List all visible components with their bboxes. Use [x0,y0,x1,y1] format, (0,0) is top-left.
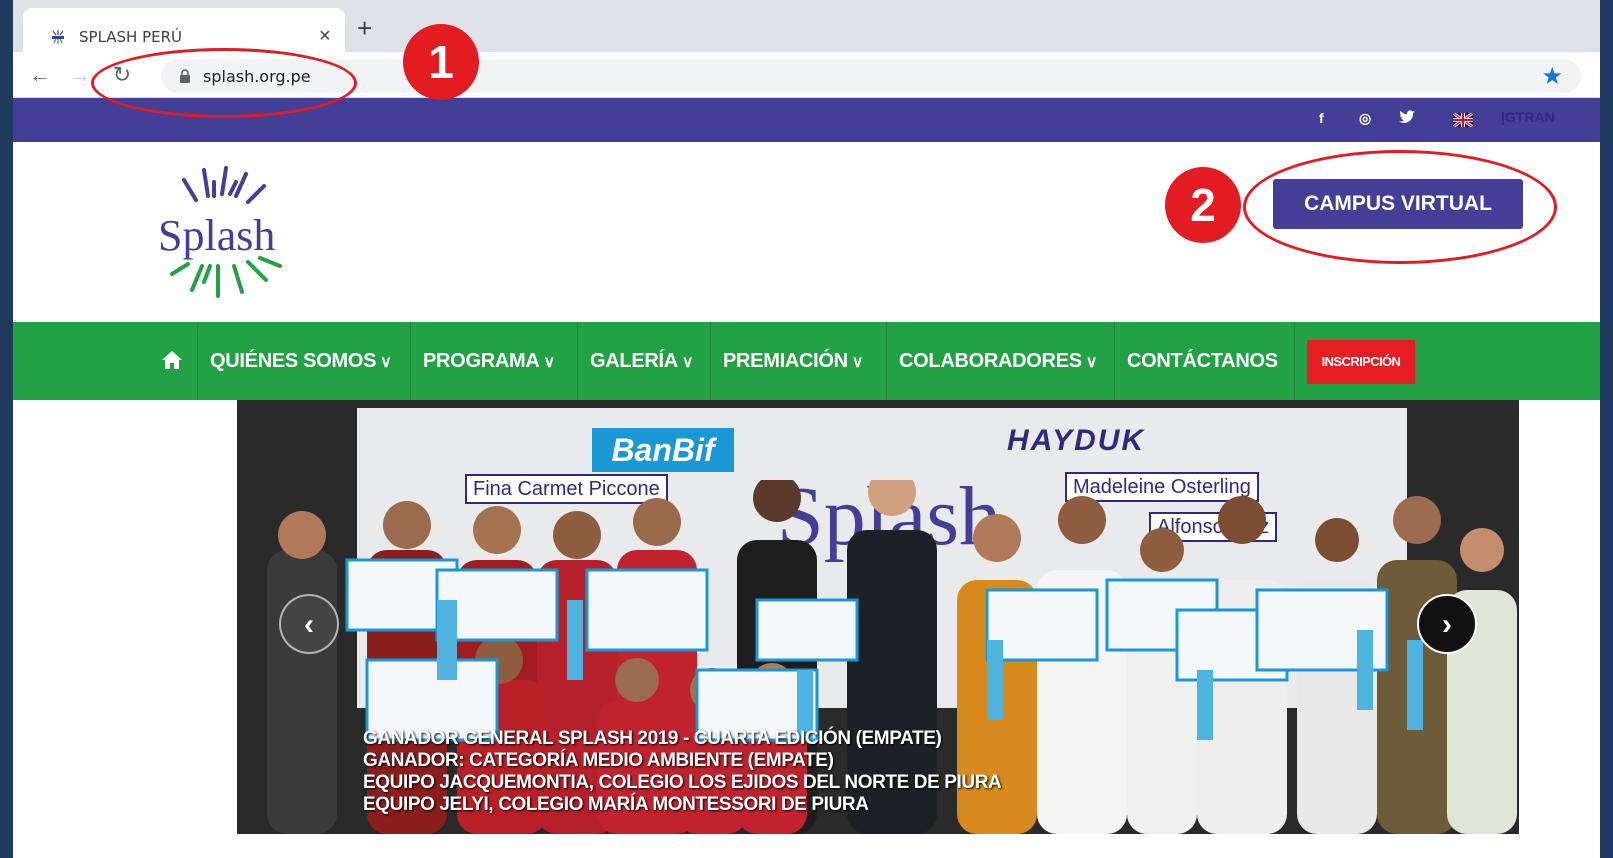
chevron-down-icon: ∨ [543,354,556,371]
nav-item-label: CONTÁCTANOS [1127,350,1278,372]
close-tab-icon[interactable]: × [319,24,331,48]
nav-item-label: PROGRAMA [423,350,540,372]
nav-divider [1114,322,1115,400]
main-nav: QUIÉNES SOMOS ∨ PROGRAMA ∨ GALERÍA ∨ PREMIA… [13,322,1600,400]
nav-quienes-somos[interactable]: QUIÉNES SOMOS ∨ [210,322,392,400]
annotation-ellipse-campus [1243,150,1557,264]
caption-line: GANADOR GENERAL SPLASH 2019 - CUARTA EDI… [363,728,942,749]
tab-bar: SPLASH PERÚ × + [13,0,1600,52]
tab-title: SPLASH PERÚ [79,28,183,46]
facebook-icon[interactable]: f [1319,110,1324,126]
uk-flag-icon[interactable] [1453,113,1473,127]
splash-logo[interactable]: Splash [148,162,308,302]
slider-next-button[interactable]: › [1417,594,1477,654]
splash-favicon-icon [52,30,64,44]
nav-colaboradores[interactable]: COLABORADORES ∨ [899,322,1098,400]
address-bar[interactable]: splash.org.pe ★ [161,59,1581,93]
annotation-badge-1: 1 [403,24,479,100]
inscripcion-button[interactable]: INSCRIPCIÓN [1307,340,1415,384]
nav-divider [197,322,198,400]
slider-prev-button[interactable]: ‹ [279,594,339,654]
chevron-down-icon: ∨ [1085,354,1098,371]
back-arrow-icon[interactable]: ← [25,60,55,90]
chevron-down-icon: ∨ [380,354,392,371]
nav-divider [710,322,711,400]
caption-line: EQUIPO JACQUEMONTIA, COLEGIO LOS EJIDOS … [363,772,1002,793]
caption-line: EQUIPO JELYI, COLEGIO MARÍA MONTESSORI D… [363,794,869,815]
nav-programa[interactable]: PROGRAMA ∨ [423,322,555,400]
home-icon[interactable] [161,350,183,370]
nav-divider [886,322,887,400]
twitter-icon[interactable] [1399,110,1415,127]
gtranslate-link[interactable]: |GTRAN [1501,109,1555,125]
nav-item-label: COLABORADORES [899,350,1082,372]
nav-item-label: PREMIACIÓN [723,350,848,372]
hero-slider: BanBif Fina Carmet Piccone HAYDUK Madele… [237,400,1519,834]
nav-divider [577,322,578,400]
nav-galeria[interactable]: GALERÍA ∨ [590,322,694,400]
nav-premiacion[interactable]: PREMIACIÓN ∨ [723,322,864,400]
annotation-ellipse-url [91,48,357,118]
nav-item-label: GALERÍA [590,350,678,372]
slide-caption: GANADOR GENERAL SPLASH 2019 - CUARTA EDI… [363,728,1002,816]
chevron-down-icon: ∨ [681,354,694,371]
instagram-icon[interactable]: ◎ [1359,110,1371,127]
nav-divider [410,322,411,400]
hayduk-logo: HAYDUK [1007,424,1146,457]
caption-line: GANADOR: CATEGORÍA MEDIO AMBIENTE (EMPAT… [363,750,834,771]
browser-tab[interactable]: SPLASH PERÚ × [23,8,345,52]
nav-item-label: QUIÉNES SOMOS [210,350,377,372]
annotation-badge-2: 2 [1165,167,1241,243]
nav-contactanos[interactable]: CONTÁCTANOS [1127,322,1278,400]
svg-text:Splash: Splash [158,211,275,260]
browser-window: SPLASH PERÚ × + ← → ↻ splash.org.pe ★ f … [13,0,1600,858]
nav-divider [1294,322,1295,400]
chevron-down-icon: ∨ [851,354,864,371]
banbif-logo: BanBif [592,428,734,472]
bookmark-star-icon[interactable]: ★ [1541,62,1563,91]
new-tab-button[interactable]: + [357,14,372,42]
